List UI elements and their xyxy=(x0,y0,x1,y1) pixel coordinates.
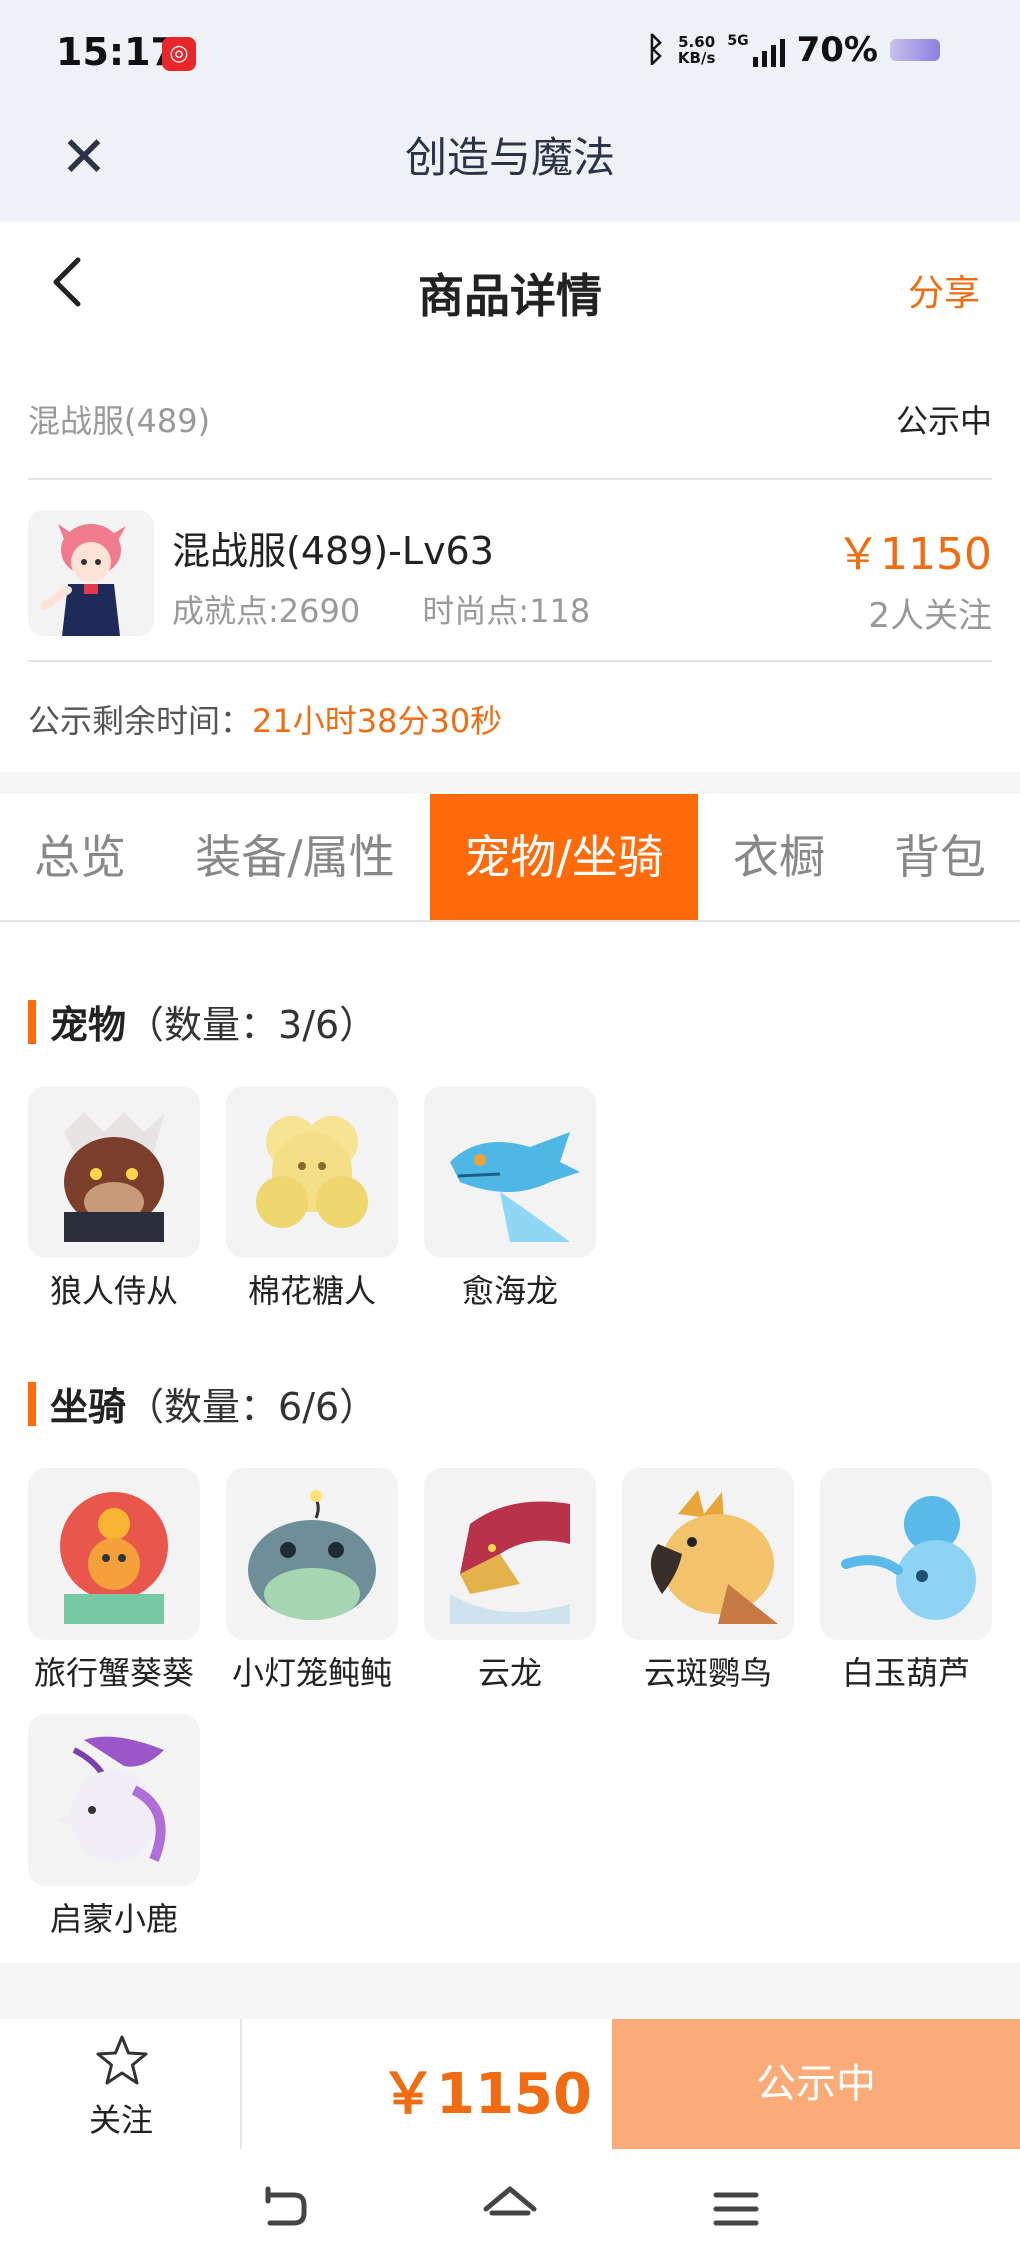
countdown-value: 21小时38分30秒 xyxy=(252,702,503,740)
network-speed: 5.60 KB/s xyxy=(678,34,715,66)
mount-item[interactable]: 小灯笼鲀鲀 xyxy=(226,1468,398,1694)
share-button[interactable]: 分享 xyxy=(908,264,980,316)
server-row: 混战服(489) 公示中 xyxy=(28,380,992,480)
tab-wardrobe[interactable]: 衣橱 xyxy=(698,794,860,920)
mount-item[interactable]: 云斑鹦鸟 xyxy=(622,1468,794,1694)
home-nav-icon[interactable] xyxy=(480,2179,540,2239)
mount-name: 云斑鹦鸟 xyxy=(643,1654,772,1692)
publicity-countdown: 公示剩余时间：21小时38分30秒 xyxy=(28,696,502,742)
listing-status: 公示中 xyxy=(895,402,992,440)
battery-percent: 70% xyxy=(796,30,878,70)
signal-icon: 5G xyxy=(727,33,785,67)
cloud-dragon-icon xyxy=(424,1468,596,1640)
signal-bar xyxy=(752,57,758,67)
achievement-points: 成就点:2690 xyxy=(172,592,361,630)
character-icon xyxy=(28,510,154,636)
star-icon xyxy=(96,2035,148,2085)
section-divider xyxy=(0,1963,1020,2019)
product-stats: 成就点:2690 时尚点:118 xyxy=(172,586,642,632)
page-title: 商品详情 xyxy=(418,269,602,323)
tab-overview[interactable]: 总览 xyxy=(0,794,160,920)
mount-name: 云龙 xyxy=(477,1654,542,1692)
mount-item[interactable]: 白玉葫芦 xyxy=(820,1468,992,1694)
bottom-action-bar: 关注 ￥1150 公示中 xyxy=(0,2019,1020,2149)
parrot-icon xyxy=(622,1468,794,1640)
network-speed-value: 5.60 xyxy=(678,33,716,51)
mount-name: 白玉葫芦 xyxy=(841,1654,970,1692)
signal-bar xyxy=(770,45,776,67)
signal-bar xyxy=(779,39,785,67)
top-area: 15:17 ◎ ᛒ 5.60 KB/s 5G 70% ✕ 创造与魔法 xyxy=(0,0,1020,222)
menu-nav-icon[interactable] xyxy=(706,2179,766,2239)
lantern-fish-icon xyxy=(226,1468,398,1640)
bluetooth-icon: ᛒ xyxy=(645,30,666,70)
bottom-price: ￥1150 xyxy=(380,2062,592,2127)
mounts-section-header: 坐骑 （数量：6/6） xyxy=(28,1376,377,1431)
mount-name: 旅行蟹葵葵 xyxy=(33,1654,194,1692)
status-indicators: ᛒ 5.60 KB/s 5G 70% xyxy=(645,30,940,70)
countdown-label: 公示剩余时间： xyxy=(28,702,253,740)
pets-count: （数量：3/6） xyxy=(126,1003,378,1047)
mounts-count: （数量：6/6） xyxy=(126,1385,378,1429)
mount-name: 启蒙小鹿 xyxy=(49,1900,178,1938)
detail-tabs: 总览 装备/属性 宠物/坐骑 衣橱 背包 xyxy=(0,794,1020,922)
status-button[interactable]: 公示中 xyxy=(612,2019,1020,2149)
status-time: 15:17 xyxy=(56,30,177,74)
tab-pets-mounts[interactable]: 宠物/坐骑 xyxy=(430,794,698,920)
product-title: 混战服(489)-Lv63 xyxy=(172,529,494,573)
pets-title: 宠物 xyxy=(50,1003,127,1047)
follower-count: 2人关注 xyxy=(868,596,992,636)
mount-item[interactable]: 启蒙小鹿 xyxy=(28,1714,200,1940)
section-marker xyxy=(28,999,36,1044)
section-marker xyxy=(28,1381,36,1426)
pets-section-header: 宠物 （数量：3/6） xyxy=(28,994,377,1049)
server-name: 混战服(489) xyxy=(28,402,211,440)
marshmallow-icon xyxy=(226,1086,398,1258)
back-nav-icon[interactable] xyxy=(254,2179,314,2239)
follow-button[interactable]: 关注 xyxy=(0,2019,242,2149)
character-avatar xyxy=(28,510,154,636)
pet-name: 愈海龙 xyxy=(461,1272,558,1310)
follow-label: 关注 xyxy=(88,2101,153,2139)
tab-equipment[interactable]: 装备/属性 xyxy=(160,794,430,920)
pet-item[interactable]: 棉花糖人 xyxy=(226,1086,398,1312)
network-speed-unit: KB/s xyxy=(677,49,716,67)
sea-dragon-icon xyxy=(424,1086,596,1258)
status-bar: 15:17 ◎ ᛒ 5.60 KB/s 5G 70% xyxy=(0,0,1020,110)
pet-name: 狼人侍从 xyxy=(49,1272,178,1310)
pet-item[interactable]: 狼人侍从 xyxy=(28,1086,200,1312)
mount-item[interactable]: 云龙 xyxy=(424,1468,596,1694)
system-nav-bar xyxy=(0,2149,1020,2267)
app-bar: ✕ 创造与魔法 xyxy=(0,110,1020,222)
battery-icon xyxy=(890,39,940,61)
page-header: 商品详情 分享 xyxy=(0,222,1020,352)
mount-item[interactable]: 旅行蟹葵葵 xyxy=(28,1468,200,1694)
werewolf-icon xyxy=(28,1086,200,1258)
fashion-points: 时尚点:118 xyxy=(422,592,591,630)
section-divider xyxy=(0,772,1020,794)
mounts-title: 坐骑 xyxy=(50,1385,127,1429)
gourd-icon xyxy=(820,1468,992,1640)
crab-icon xyxy=(28,1468,200,1640)
pet-name: 棉花糖人 xyxy=(247,1272,376,1310)
netease-music-icon: ◎ xyxy=(162,37,196,71)
app-title: 创造与魔法 xyxy=(404,133,615,182)
product-summary[interactable]: 混战服(489)-Lv63 成就点:2690 时尚点:118 ￥1150 2人关… xyxy=(28,482,992,662)
pet-item[interactable]: 愈海龙 xyxy=(424,1086,596,1312)
product-price: ￥1150 xyxy=(836,529,992,580)
mount-name: 小灯笼鲀鲀 xyxy=(231,1654,392,1692)
network-type: 5G xyxy=(727,33,749,49)
tab-backpack[interactable]: 背包 xyxy=(860,794,1020,920)
signal-bar xyxy=(761,51,767,67)
deer-icon xyxy=(28,1714,200,1886)
